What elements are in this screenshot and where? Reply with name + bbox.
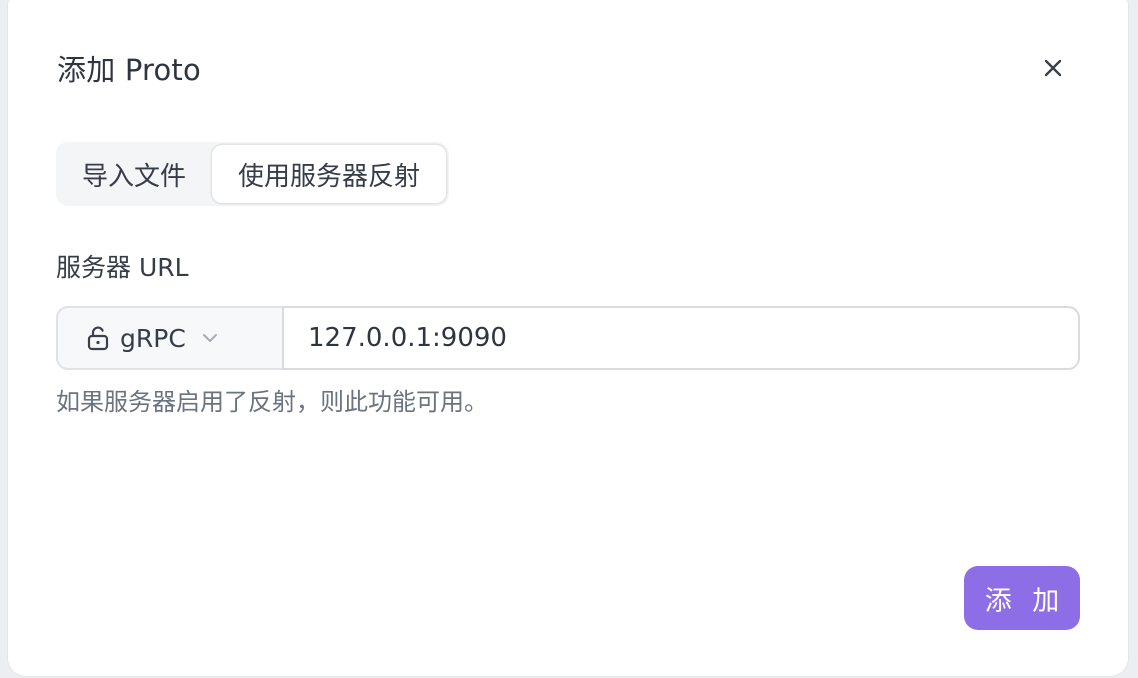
server-url-input[interactable] [282,306,1080,370]
close-icon [1044,59,1062,77]
dialog-title: 添加 Proto [57,53,201,87]
tab-server-reflection[interactable]: 使用服务器反射 [212,145,447,203]
tab-import-file[interactable]: 导入文件 [56,145,212,203]
source-tabs: 导入文件 使用服务器反射 [56,142,450,206]
add-proto-dialog: 添加 Proto 导入文件 使用服务器反射 服务器 URL gRPC 如果服务器… [8,0,1128,676]
protocol-select[interactable]: gRPC [56,306,282,370]
lock-open-icon [87,326,109,351]
server-url-label: 服务器 URL [56,253,189,282]
chevron-down-icon [202,334,217,342]
add-button[interactable]: 添 加 [964,566,1080,630]
reflection-hint: 如果服务器启用了反射，则此功能可用。 [56,388,488,416]
protocol-label: gRPC [120,323,186,353]
server-url-row: gRPC [56,306,1080,370]
close-button[interactable] [1039,54,1067,82]
